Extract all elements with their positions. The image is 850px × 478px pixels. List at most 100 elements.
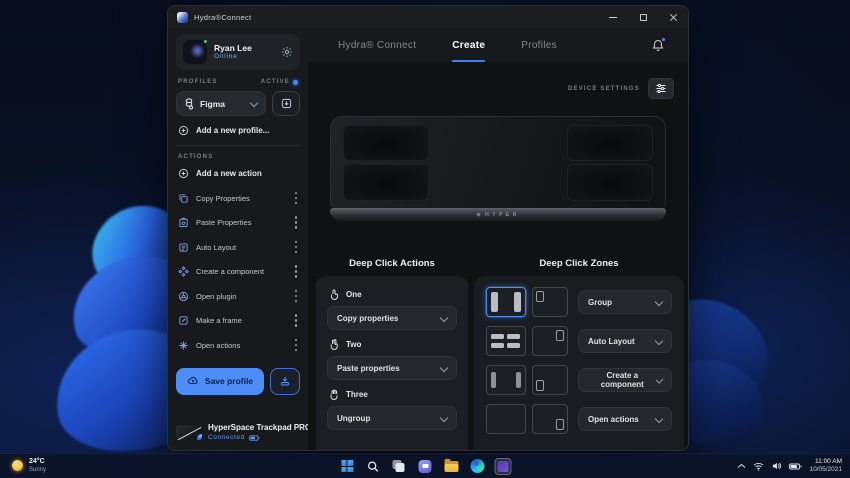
start-button[interactable] [339, 458, 356, 475]
action-label: Open actions [196, 340, 241, 350]
action-item-open-actions[interactable]: Open actions [176, 333, 300, 358]
plus-circle-icon [178, 125, 189, 136]
action-two-dropdown[interactable]: Paste properties [327, 356, 457, 380]
actions-section-header: ACTIONS [178, 154, 298, 160]
file-explorer-button[interactable] [443, 458, 460, 475]
hand-three-icon [330, 389, 338, 400]
wifi-button[interactable] [753, 462, 764, 471]
action-three-dropdown[interactable]: Ungroup [327, 406, 457, 430]
zone-row-3: Create a component [486, 365, 672, 395]
notifications-button[interactable] [652, 37, 665, 52]
plugin-icon [178, 291, 189, 301]
export-to-device-button[interactable] [270, 367, 300, 395]
zone-layout-thumbnail-corners-selected[interactable] [486, 287, 526, 317]
gesture-label: Two [346, 340, 362, 349]
zone-position-thumbnail-top-right[interactable] [532, 326, 568, 356]
profile-select-dropdown[interactable]: Figma [176, 91, 266, 116]
online-status-dot [203, 39, 208, 44]
settings-gear-button[interactable] [281, 46, 293, 58]
device-name: HyperSpace Trackpad PRO [208, 423, 308, 433]
import-profile-button[interactable] [272, 91, 300, 116]
action-one-dropdown[interactable]: Copy properties [327, 306, 457, 330]
avatar [183, 39, 208, 64]
window-title: Hydra®Connect [194, 12, 252, 22]
action-item-open-plugin[interactable]: Open plugin [176, 284, 300, 309]
device-settings-button[interactable] [648, 78, 674, 99]
kebab-menu-icon[interactable] [295, 265, 298, 278]
action-item-copy-properties[interactable]: Copy Properties [176, 186, 300, 211]
weather-widget[interactable]: 24°C Sunny [12, 458, 46, 474]
hydra-app-taskbar-button[interactable] [494, 457, 512, 475]
zone-one-dropdown[interactable]: Group [578, 290, 672, 314]
kebab-menu-icon[interactable] [295, 289, 298, 303]
import-box-icon [281, 98, 291, 109]
zone-layout-thumbnail-rows[interactable] [486, 326, 526, 356]
search-icon [368, 461, 379, 472]
hand-one-icon [331, 289, 338, 300]
kebab-menu-icon[interactable] [295, 314, 298, 327]
chevron-down-icon [439, 363, 449, 372]
zone-three-dropdown[interactable]: Create a component [578, 368, 672, 392]
deep-click-actions-title: Deep Click Actions [349, 258, 435, 269]
zone-four-dropdown[interactable]: Open actions [578, 407, 672, 431]
action-item-make-frame[interactable]: Make a frame [176, 309, 300, 334]
zone-layout-thumbnail-sides[interactable] [486, 365, 526, 395]
search-button[interactable] [365, 458, 382, 475]
dropdown-value: Open actions [588, 414, 639, 424]
tab-profiles[interactable]: Profiles [521, 28, 557, 62]
add-new-profile-button[interactable]: Add a new profile... [176, 116, 300, 143]
add-new-action-button[interactable]: Add a new action [176, 164, 300, 186]
deep-click-zones-title: Deep Click Zones [539, 258, 619, 269]
trackpad-device-image: HYPER [330, 116, 666, 221]
trackpad-front-edge: HYPER [330, 208, 666, 221]
tray-date: 10/05/2021 [809, 466, 842, 473]
paste-icon [179, 218, 188, 228]
connected-device-row[interactable]: ✓ HyperSpace Trackpad PRO Connected [176, 417, 308, 444]
user-name: Ryan Lee [214, 42, 252, 53]
device-thumbnail: ✓ [176, 425, 202, 441]
action-item-paste-properties[interactable]: Paste Properties [176, 211, 300, 236]
chat-button[interactable] [417, 458, 434, 475]
action-item-create-component[interactable]: Create a component [176, 260, 300, 285]
tray-time: 11:00 AM [815, 457, 842, 465]
app-window: Hydra®Connect Ryan Lee Online PROFILES A… [167, 5, 689, 451]
cloud-upload-icon [187, 376, 198, 384]
minimize-button[interactable] [598, 6, 628, 28]
task-view-button[interactable] [391, 458, 408, 475]
dropdown-value: Paste properties [337, 363, 400, 373]
tab-create[interactable]: Create [452, 28, 486, 62]
chevron-up-icon [738, 463, 746, 468]
action-label: Make a frame [196, 316, 242, 326]
weather-temp: 24°C [29, 458, 45, 466]
device-settings-label: DEVICE SETTINGS [567, 85, 640, 92]
kebab-menu-icon[interactable] [295, 216, 298, 229]
chevron-down-icon [654, 336, 664, 345]
zone-position-thumbnail-top-left[interactable] [532, 287, 568, 317]
tray-expand-button[interactable] [737, 463, 746, 469]
kebab-menu-icon[interactable] [295, 191, 298, 205]
kebab-menu-icon[interactable] [295, 338, 298, 352]
battery-button[interactable] [789, 463, 802, 470]
close-button[interactable] [658, 6, 688, 28]
zone-position-thumbnail-bottom-right[interactable] [532, 404, 568, 434]
zone-row-1: Group [486, 287, 672, 317]
active-indicator-dot [293, 79, 298, 85]
dropdown-value: Ungroup [337, 413, 371, 423]
close-icon [669, 13, 678, 22]
save-profile-button[interactable]: Save profile [176, 367, 264, 395]
tab-hydra-connect[interactable]: Hydra® Connect [338, 28, 416, 62]
edge-browser-button[interactable] [469, 458, 486, 475]
component-icon [178, 266, 189, 277]
maximize-button[interactable] [628, 6, 658, 28]
zone-two-dropdown[interactable]: Auto Layout [578, 329, 672, 353]
profiles-label: PROFILES [178, 79, 218, 85]
zone-position-thumbnail-bottom-left[interactable] [532, 365, 568, 395]
chevron-down-icon [654, 414, 664, 423]
clock-widget[interactable]: 11:00 AM 10/05/2021 [809, 458, 842, 474]
hyper-logo-icon [476, 212, 481, 217]
chevron-down-icon [439, 313, 449, 322]
zone-layout-thumbnail-empty[interactable] [486, 404, 526, 434]
kebab-menu-icon[interactable] [295, 240, 298, 254]
action-item-auto-layout[interactable]: Auto Layout [176, 235, 300, 260]
volume-button[interactable] [771, 461, 782, 471]
